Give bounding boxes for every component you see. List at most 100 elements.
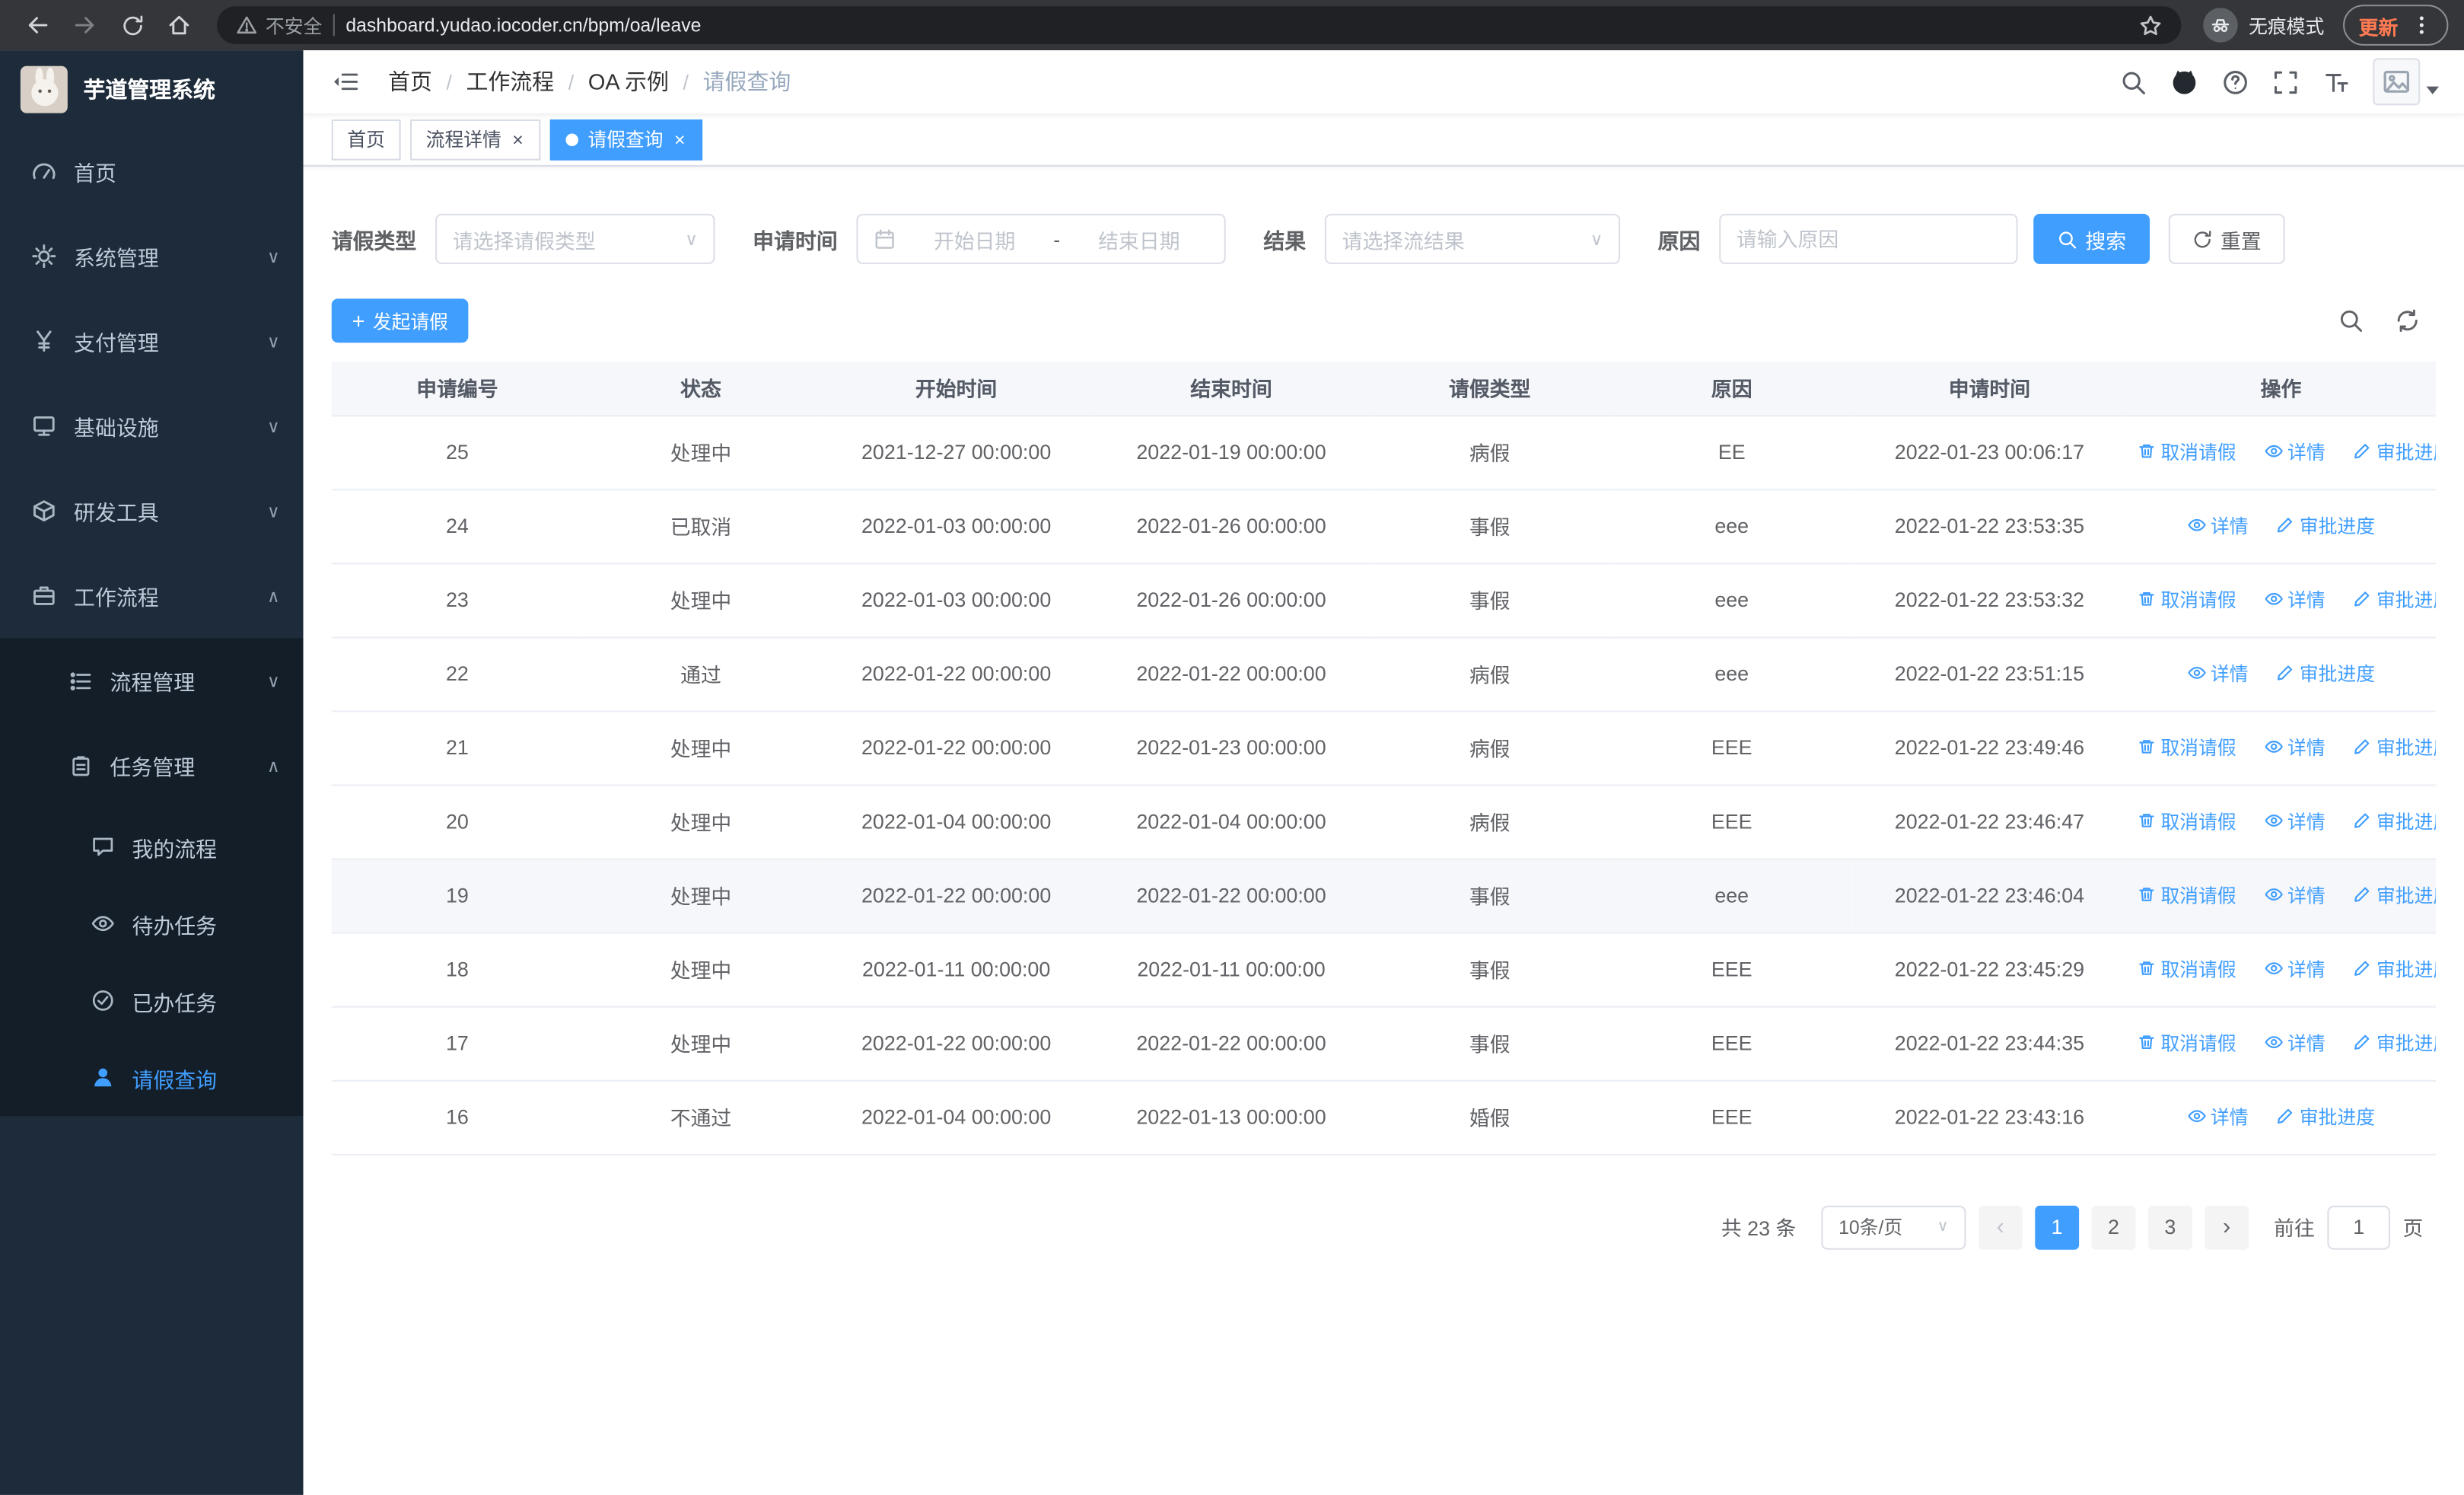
sidebar-item-process-mgmt[interactable]: 流程管理 ∨ xyxy=(0,638,304,723)
sidebar-item-infra[interactable]: 基础设施 ∨ xyxy=(0,384,304,469)
breadcrumb-current: 请假查询 xyxy=(702,69,791,94)
app-logo[interactable]: 芋道管理系统 xyxy=(0,50,304,129)
reason-input[interactable] xyxy=(1736,227,2001,251)
page-number-button[interactable]: 1 xyxy=(2035,1204,2080,1249)
sidebar-item-payment[interactable]: 支付管理 ∨ xyxy=(0,298,304,384)
approval-progress-link[interactable]: 审批进度 xyxy=(2353,734,2436,760)
calendar-icon xyxy=(874,228,896,250)
cancel-leave-link[interactable]: 取消请假 xyxy=(2138,808,2236,834)
sidebar-item-dev-tools[interactable]: 研发工具 ∨ xyxy=(0,468,304,553)
apply-time-range-picker[interactable]: 开始日期 - 结束日期 xyxy=(856,213,1226,264)
tab-home[interactable]: 首页 xyxy=(331,118,401,160)
approval-progress-link[interactable]: 审批进度 xyxy=(2353,1029,2436,1056)
page-number-button[interactable]: 3 xyxy=(2147,1204,2192,1249)
leave-type-select[interactable]: 请选择请假类型 ∨ xyxy=(435,213,715,264)
tab-leave-query[interactable]: 请假查询 × xyxy=(549,118,703,160)
page-number-button[interactable]: 2 xyxy=(2091,1204,2136,1249)
table-header-row: 申请编号 状态 开始时间 结束时间 请假类型 原因 申请时间 操作 xyxy=(331,361,2436,416)
sidebar-item-task-mgmt[interactable]: 任务管理 ∧ xyxy=(0,723,304,808)
breadcrumb-home[interactable]: 首页 xyxy=(388,66,432,97)
github-icon[interactable] xyxy=(2170,68,2198,96)
create-leave-button[interactable]: + 发起请假 xyxy=(331,298,469,343)
chrome-update-chip[interactable]: 更新 xyxy=(2343,5,2449,46)
cell-end-time: 2022-01-26 00:00:00 xyxy=(1094,563,1369,638)
process-list-icon xyxy=(69,669,93,693)
detail-link[interactable]: 详情 xyxy=(2264,955,2326,982)
browser-forward-icon[interactable] xyxy=(63,3,107,47)
goto-page-input[interactable] xyxy=(2327,1204,2390,1249)
detail-link[interactable]: 详情 xyxy=(2264,1029,2326,1056)
browser-toolbar: 不安全 dashboard.yudao.iocoder.cn/bpm/oa/le… xyxy=(0,0,2464,51)
close-icon[interactable]: × xyxy=(511,129,525,148)
fullscreen-icon[interactable] xyxy=(2272,69,2299,95)
refresh-table-icon[interactable] xyxy=(2395,308,2420,333)
monitor-icon xyxy=(31,413,56,438)
sidebar-item-workflow[interactable]: 工作流程 ∧ xyxy=(0,553,304,639)
detail-link[interactable]: 详情 xyxy=(2187,660,2249,687)
detail-link[interactable]: 详情 xyxy=(2187,1103,2249,1130)
reset-button[interactable]: 重置 xyxy=(2168,213,2285,264)
approval-progress-link[interactable]: 审批进度 xyxy=(2353,438,2436,465)
approval-progress-link[interactable]: 审批进度 xyxy=(2276,660,2375,687)
sidebar-item-home[interactable]: 首页 xyxy=(0,129,304,214)
approval-progress-link[interactable]: 审批进度 xyxy=(2353,881,2436,908)
cell-apply-time: 2022-01-23 00:06:17 xyxy=(1852,415,2127,490)
help-icon[interactable] xyxy=(2222,69,2249,95)
browser-menu-icon[interactable] xyxy=(2411,14,2433,37)
sidebar-item-my-process[interactable]: 我的流程 xyxy=(0,808,304,885)
cell-start-time: 2022-01-04 00:00:00 xyxy=(818,784,1094,859)
tab-process-detail[interactable]: 流程详情 × xyxy=(410,118,541,160)
approval-progress-link[interactable]: 审批进度 xyxy=(2353,955,2436,982)
search-button[interactable]: 搜索 xyxy=(2033,213,2150,264)
sidebar-collapse-icon[interactable] xyxy=(325,62,366,103)
approval-progress-link[interactable]: 审批进度 xyxy=(2353,586,2436,613)
browser-reload-icon[interactable] xyxy=(110,3,154,47)
bookmark-star-icon[interactable] xyxy=(2139,14,2163,37)
cancel-leave-link[interactable]: 取消请假 xyxy=(2138,586,2236,613)
sidebar-item-system[interactable]: 系统管理 ∨ xyxy=(0,214,304,299)
detail-link[interactable]: 详情 xyxy=(2264,586,2326,613)
cell-start-time: 2022-01-22 00:00:00 xyxy=(818,1006,1094,1081)
avatar[interactable] xyxy=(2373,58,2421,106)
cell-end-time: 2022-01-11 00:00:00 xyxy=(1094,932,1369,1007)
search-icon[interactable] xyxy=(2120,69,2147,95)
sidebar-item-leave-query[interactable]: 请假查询 xyxy=(0,1039,304,1116)
result-select[interactable]: 请选择流结果 ∨ xyxy=(1324,213,1621,264)
breadcrumb-workflow[interactable]: 工作流程 xyxy=(466,66,555,97)
detail-link[interactable]: 详情 xyxy=(2264,881,2326,908)
address-bar[interactable]: 不安全 dashboard.yudao.iocoder.cn/bpm/oa/le… xyxy=(216,6,2182,44)
cell-end-time: 2022-01-26 00:00:00 xyxy=(1094,489,1369,564)
cell-apply-id: 17 xyxy=(331,1006,584,1081)
page-size-select[interactable]: 10条/页 ∨ xyxy=(1821,1204,1966,1249)
col-actions: 操作 xyxy=(2126,361,2436,416)
detail-link[interactable]: 详情 xyxy=(2264,808,2326,834)
close-icon[interactable]: × xyxy=(673,129,687,148)
approval-progress-link[interactable]: 审批进度 xyxy=(2276,512,2375,539)
date-end-placeholder: 结束日期 xyxy=(1098,228,1180,253)
cancel-leave-link[interactable]: 取消请假 xyxy=(2138,734,2236,760)
reason-label: 原因 xyxy=(1657,229,1701,253)
cancel-leave-link[interactable]: 取消请假 xyxy=(2138,438,2236,465)
detail-link[interactable]: 详情 xyxy=(2264,438,2326,465)
detail-link[interactable]: 详情 xyxy=(2264,734,2326,760)
not-secure-warning-icon[interactable]: 不安全 xyxy=(236,11,322,38)
cancel-leave-link[interactable]: 取消请假 xyxy=(2138,955,2236,982)
toggle-search-icon[interactable] xyxy=(2338,308,2364,333)
sidebar-item-todo-tasks[interactable]: 待办任务 xyxy=(0,885,304,962)
browser-back-icon[interactable] xyxy=(16,3,60,47)
next-page-button[interactable]: › xyxy=(2205,1204,2249,1249)
plus-icon: + xyxy=(352,308,365,333)
prev-page-button[interactable]: ‹ xyxy=(1978,1204,2023,1249)
cancel-leave-link[interactable]: 取消请假 xyxy=(2138,881,2236,908)
user-menu[interactable] xyxy=(2373,58,2440,106)
approval-progress-link[interactable]: 审批进度 xyxy=(2353,808,2436,834)
approval-progress-link[interactable]: 审批进度 xyxy=(2276,1103,2375,1130)
breadcrumb-oa-example[interactable]: OA 示例 xyxy=(588,66,669,97)
update-label[interactable]: 更新 xyxy=(2359,10,2399,40)
cancel-leave-link[interactable]: 取消请假 xyxy=(2138,1029,2236,1056)
sidebar-item-done-tasks[interactable]: 已办任务 xyxy=(0,962,304,1039)
clipboard-icon xyxy=(69,754,93,777)
browser-home-icon[interactable] xyxy=(158,3,202,47)
font-size-icon[interactable] xyxy=(2322,69,2349,95)
detail-link[interactable]: 详情 xyxy=(2187,512,2249,539)
